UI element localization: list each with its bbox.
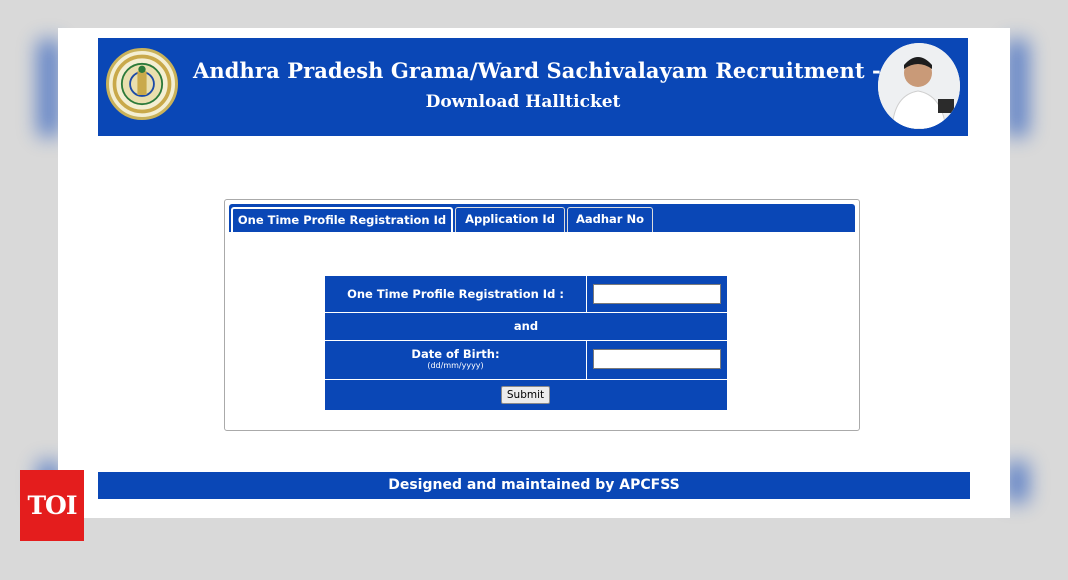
ap-emblem-icon <box>106 48 178 120</box>
dob-input[interactable] <box>593 349 721 369</box>
dob-format-hint: (dd/mm/yyyy) <box>427 361 484 370</box>
submit-button[interactable]: Submit <box>501 386 550 404</box>
form-row-registration: One Time Profile Registration Id : <box>325 276 727 313</box>
portrait-photo <box>878 43 960 129</box>
page-header: Andhra Pradesh Grama/Ward Sachivalayam R… <box>98 38 968 136</box>
page-container: Andhra Pradesh Grama/Ward Sachivalayam R… <box>58 28 1010 518</box>
and-label: and <box>513 319 539 333</box>
tab-aadhar-no[interactable]: Aadhar No <box>567 207 653 232</box>
ap-emblem-graphic <box>112 54 172 114</box>
portrait-graphic <box>878 43 960 129</box>
tab-application-id[interactable]: Application Id <box>455 207 565 232</box>
tab-registration-id[interactable]: One Time Profile Registration Id <box>231 207 453 232</box>
dob-label: Date of Birth: <box>411 347 500 361</box>
page-title: Andhra Pradesh Grama/Ward Sachivalayam R… <box>193 58 948 83</box>
registration-id-input[interactable] <box>593 284 721 304</box>
tab-bar: One Time Profile Registration Id Applica… <box>229 204 855 232</box>
dob-label-cell: Date of Birth: (dd/mm/yyyy) <box>325 341 587 379</box>
registration-id-label: One Time Profile Registration Id : <box>325 276 587 312</box>
background-blur-left-top <box>38 40 60 136</box>
toi-watermark-logo: TOI <box>20 470 84 541</box>
hallticket-panel: One Time Profile Registration Id Applica… <box>224 199 860 431</box>
hallticket-form: One Time Profile Registration Id : and D… <box>325 276 727 410</box>
form-row-dob: Date of Birth: (dd/mm/yyyy) <box>325 341 727 380</box>
page-subtitle: Download Hallticket <box>425 92 621 112</box>
form-row-submit: Submit <box>325 380 727 410</box>
form-row-and: and <box>325 313 727 341</box>
page-footer: Designed and maintained by APCFSS <box>98 472 970 499</box>
